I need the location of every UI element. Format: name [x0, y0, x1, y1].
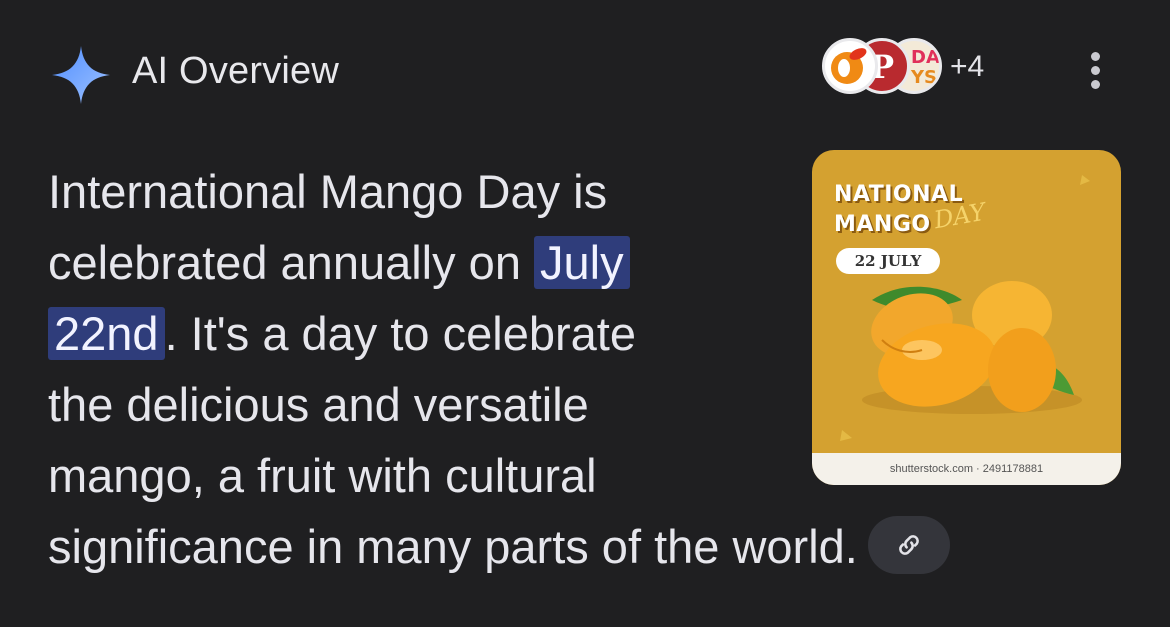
mango-logo-icon	[831, 48, 867, 84]
answer-text: celebrated annually on	[48, 236, 535, 289]
more-vert-icon[interactable]	[1090, 52, 1100, 92]
answer-text: . It's a day to celebrate	[164, 307, 636, 360]
answer-text: International Mango Day is	[48, 165, 608, 218]
answer-line: significance in many parts of the world.	[48, 511, 1108, 582]
ai-overview-title: AI Overview	[132, 50, 340, 92]
mango-day-image[interactable]: NATIONAL MANGO DAY 22 JULY shutterstock.…	[812, 150, 1121, 485]
gemini-sparkle-icon	[52, 46, 110, 104]
svg-text:YS: YS	[910, 67, 937, 88]
answer-text: the delicious and versatile	[48, 378, 589, 431]
highlight-date: 22nd	[48, 307, 165, 360]
image-date: 22 JULY	[836, 248, 940, 274]
image-credit: shutterstock.com · 2491178881	[812, 453, 1121, 485]
highlight-date: July	[534, 236, 630, 289]
link-icon	[898, 534, 919, 555]
source-avatars[interactable]: P DA YS +4	[822, 38, 1022, 104]
answer-text: mango, a fruit with cultural	[48, 449, 597, 502]
ai-overview-header: AI Overview P DA YS +4	[50, 38, 1120, 104]
svg-text:DA: DA	[911, 47, 939, 68]
source-link-button[interactable]	[867, 515, 950, 574]
answer-text: significance in many parts of the world.	[48, 520, 858, 573]
more-sources-count[interactable]: +4	[950, 50, 984, 84]
source-avatar-mango[interactable]	[822, 38, 878, 94]
